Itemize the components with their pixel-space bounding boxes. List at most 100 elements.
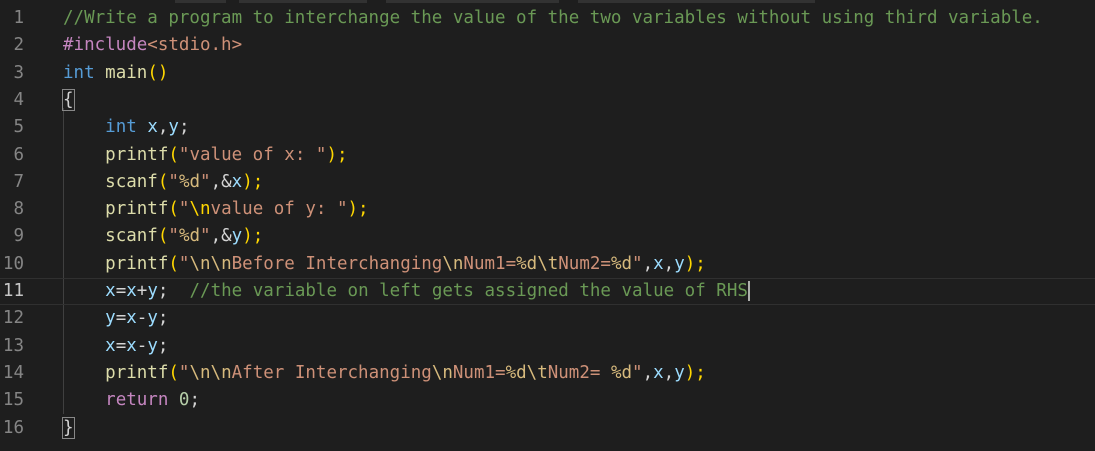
code-token: %d: [178, 171, 201, 192]
code-text[interactable]: printf("\n\nBefore Interchanging\nNum1=%…: [63, 251, 706, 278]
code-token: <stdio.h>: [147, 35, 243, 56]
code-line-15[interactable]: 15 return 0;: [0, 387, 1095, 414]
code-text[interactable]: printf("value of x: ");: [63, 142, 348, 169]
code-text[interactable]: //Write a program to interchange the val…: [63, 5, 1043, 32]
code-token: ,: [663, 362, 675, 383]
code-token: );: [684, 362, 706, 383]
code-token: y: [674, 362, 685, 383]
code-token: %d: [610, 253, 633, 274]
code-token: %d: [610, 362, 633, 383]
code-text[interactable]: int main(): [63, 60, 168, 87]
code-token: y: [231, 226, 243, 247]
code-text[interactable]: x=x+y; //the variable on left gets assig…: [63, 279, 750, 304]
code-token: \t: [526, 362, 548, 383]
code-token: printf: [105, 199, 169, 220]
code-token: int: [63, 62, 95, 83]
line-number: 13: [2, 335, 24, 356]
code-text[interactable]: {: [62, 87, 75, 114]
line-number: 10: [2, 253, 24, 274]
code-line-16[interactable]: 16}: [0, 415, 1095, 442]
code-line-1[interactable]: 1 //Write a program to interchange the va…: [0, 5, 1095, 32]
code-token: ;: [189, 390, 201, 411]
code-token: x: [126, 335, 137, 356]
code-token: ": [178, 253, 190, 274]
code-line-13[interactable]: 13 x=x-y;: [0, 333, 1095, 360]
code-token: #include: [63, 35, 148, 56]
code-editor[interactable]: 1 //Write a program to interchange the va…: [0, 0, 1095, 451]
line-number: 3: [13, 62, 24, 83]
code-token: y: [168, 117, 179, 138]
code-line-7[interactable]: 7 scanf("%d",&x);: [0, 169, 1095, 196]
code-token: (): [147, 62, 169, 83]
code-text[interactable]: #include<stdio.h>: [63, 32, 242, 59]
code-text[interactable]: }: [62, 415, 75, 442]
code-token: After Interchanging: [231, 362, 432, 383]
code-line-2[interactable]: 2 #include<stdio.h>: [0, 32, 1095, 59]
code-token: //the variable on left gets assigned the…: [189, 281, 748, 301]
code-token: );: [326, 144, 348, 165]
line-number: 16: [2, 417, 24, 438]
code-token: (: [168, 199, 179, 220]
code-text[interactable]: int x,y;: [63, 114, 190, 141]
code-token: ,: [663, 253, 675, 274]
code-token: x: [653, 362, 664, 383]
code-line-12[interactable]: 12 y=x-y;: [0, 305, 1095, 332]
code-line-11[interactable]: 11 x=x+y; //the variable on left gets as…: [0, 278, 1095, 305]
code-token: );: [242, 226, 264, 247]
code-token: -: [136, 308, 148, 329]
code-token: \n\n: [189, 253, 232, 274]
code-text[interactable]: printf("\n\nAfter Interchanging\nNum1=%d…: [63, 360, 706, 387]
text-cursor: [747, 281, 750, 301]
code-token: (: [168, 253, 179, 274]
code-line-6[interactable]: 6 printf("value of x: ");: [0, 142, 1095, 169]
code-token: Num1=: [463, 253, 517, 274]
code-token: ": [168, 226, 179, 247]
code-token: y: [674, 253, 685, 274]
code-token: );: [347, 199, 369, 220]
code-token: ": [168, 171, 179, 192]
code-text[interactable]: return 0;: [63, 387, 200, 414]
code-token: value of y: ": [210, 199, 348, 220]
code-text[interactable]: x=x-y;: [63, 333, 168, 360]
code-token: return: [105, 390, 169, 411]
code-token: -: [136, 335, 148, 356]
code-token: ;: [178, 117, 190, 138]
code-line-4[interactable]: 4{: [0, 87, 1095, 114]
code-line-9[interactable]: 9 scanf("%d",&y);: [0, 223, 1095, 250]
code-token: ": [632, 362, 643, 383]
code-token: =: [115, 308, 127, 329]
code-token: ": [200, 171, 211, 192]
code-token: //Write a program to interchange the val…: [63, 8, 1043, 28]
code-text[interactable]: scanf("%d",&x);: [63, 169, 263, 196]
code-text[interactable]: scanf("%d",&y);: [63, 223, 263, 250]
code-token: x: [147, 117, 158, 138]
code-line-5[interactable]: 5 int x,y;: [0, 114, 1095, 141]
code-line-10[interactable]: 10 printf("\n\nBefore Interchanging\nNum…: [0, 251, 1095, 278]
code-line-8[interactable]: 8 printf("\nvalue of y: ");: [0, 196, 1095, 223]
code-token: Num2=: [558, 253, 611, 274]
code-token: %d: [516, 253, 538, 274]
code-token: x: [126, 308, 137, 329]
code-token: y: [105, 308, 116, 329]
code-token: Before Interchanging: [231, 253, 443, 274]
code-token: \t: [537, 253, 559, 274]
code-token: \n\n: [189, 362, 232, 383]
line-number: 11: [2, 281, 24, 301]
code-token: x: [105, 281, 116, 301]
code-text[interactable]: printf("\nvalue of y: ");: [63, 196, 369, 223]
line-number: 12: [2, 308, 24, 329]
code-token: =: [115, 281, 127, 301]
code-text[interactable]: y=x-y;: [63, 305, 168, 332]
code-line-3[interactable]: 3 int main(): [0, 60, 1095, 87]
code-token: (: [157, 171, 169, 192]
code-token: ": [178, 199, 190, 220]
code-line-14[interactable]: 14 printf("\n\nAfter Interchanging\nNum1…: [0, 360, 1095, 387]
